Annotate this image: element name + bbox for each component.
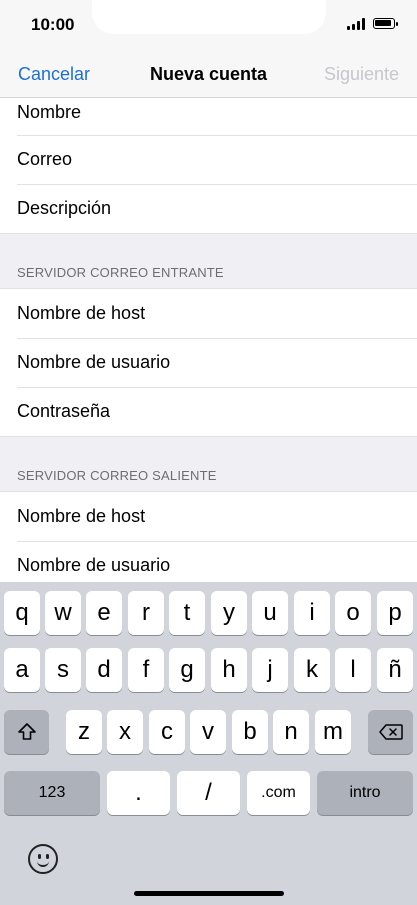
status-bar: 10:00 [0,0,417,50]
incoming-server-header-label: SERVIDOR CORREO ENTRANTE [17,265,224,280]
key-a[interactable]: a [4,648,40,692]
cancel-button[interactable]: Cancelar [18,64,90,85]
key-z[interactable]: z [66,710,102,754]
outgoing-hostname-field[interactable]: Nombre de host [0,492,417,541]
key-m[interactable]: m [315,710,351,754]
key-n[interactable]: n [273,710,309,754]
key-g[interactable]: g [169,648,205,692]
key-u[interactable]: u [252,591,288,635]
email-field[interactable]: Correo [0,135,417,184]
key-c[interactable]: c [149,710,185,754]
incoming-username-label: Nombre de usuario [17,352,171,372]
key-p[interactable]: p [377,591,413,635]
key-l[interactable]: l [335,648,371,692]
key-n-tilde[interactable]: ñ [377,648,413,692]
key-h[interactable]: h [211,648,247,692]
email-field-label: Correo [17,149,73,169]
key-d[interactable]: d [86,648,122,692]
outgoing-server-header-label: SERVIDOR CORREO SALIENTE [17,468,217,483]
incoming-hostname-field[interactable]: Nombre de host [0,289,417,338]
signal-icon [347,18,367,30]
shift-key[interactable] [4,710,49,754]
emoji-icon[interactable] [28,844,58,874]
backspace-key[interactable] [368,710,413,754]
next-button[interactable]: Siguiente [324,64,399,85]
navigation-bar: Cancelar Nueva cuenta Siguiente [0,50,417,98]
description-field[interactable]: Descripción [0,184,417,233]
outgoing-server-header: SERVIDOR CORREO SALIENTE [0,436,417,492]
key-q[interactable]: q [4,591,40,635]
key-k[interactable]: k [294,648,330,692]
home-indicator[interactable] [134,891,284,896]
key-x[interactable]: x [107,710,143,754]
key-s[interactable]: s [45,648,81,692]
outgoing-username-field[interactable]: Nombre de usuario [0,541,417,582]
key-o[interactable]: o [335,591,371,635]
outgoing-server-group: Nombre de host Nombre de usuario [0,492,417,582]
status-time: 10:00 [31,15,75,34]
outgoing-username-label: Nombre de usuario [17,555,171,575]
notch [92,0,326,34]
name-field[interactable]: Nombre [0,98,417,135]
key-i[interactable]: i [294,591,330,635]
key-b[interactable]: b [232,710,268,754]
account-group: Nombre Correo Descripción [0,98,417,233]
incoming-server-group: Nombre de host Nombre de usuario Contras… [0,289,417,436]
slash-key[interactable]: / [177,771,240,815]
shift-icon [17,723,36,740]
return-key[interactable]: intro [317,771,413,815]
incoming-password-label: Contraseña [17,401,111,421]
key-j[interactable]: j [252,648,288,692]
key-f[interactable]: f [128,648,164,692]
key-e[interactable]: e [86,591,122,635]
incoming-password-field[interactable]: Contraseña [0,387,417,436]
incoming-hostname-label: Nombre de host [17,303,146,323]
numbers-key[interactable]: 123 [4,771,100,815]
incoming-username-field[interactable]: Nombre de usuario [0,338,417,387]
dot-com-key[interactable]: .com [247,771,310,815]
key-r[interactable]: r [128,591,164,635]
key-t[interactable]: t [169,591,205,635]
description-field-label: Descripción [17,198,112,218]
battery-icon [373,18,398,29]
keyboard: q w e r t y u i o p a s d f g h j k l ñ … [0,582,417,905]
backspace-icon [378,724,403,740]
name-field-label: Nombre [17,102,82,122]
account-form: Nombre Correo Descripción SERVIDOR CORRE… [0,98,417,582]
key-v[interactable]: v [190,710,226,754]
outgoing-hostname-label: Nombre de host [17,506,146,526]
incoming-server-header: SERVIDOR CORREO ENTRANTE [0,233,417,289]
key-y[interactable]: y [211,591,247,635]
key-w[interactable]: w [45,591,81,635]
dot-key[interactable]: . [107,771,170,815]
